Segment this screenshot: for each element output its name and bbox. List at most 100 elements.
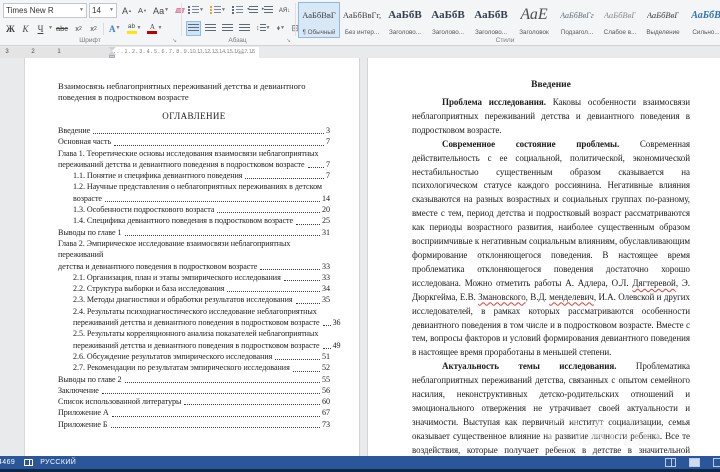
- toc-entry[interactable]: 2.1. Организация, план и этапы эмпиричес…: [58, 272, 330, 283]
- indent-lines-icon: [248, 6, 258, 15]
- font-dialog-launcher[interactable]: ↘: [172, 38, 177, 44]
- shrink-font-button[interactable]: А ▼: [136, 3, 149, 18]
- style-card[interactable]: АаЕ Заголовок: [513, 2, 555, 38]
- paragraph-dialog-launcher[interactable]: ↘: [286, 38, 291, 44]
- toc-page-number: 3: [326, 126, 330, 135]
- toc-entry[interactable]: Приложение А 67: [58, 407, 330, 418]
- bullets-button[interactable]: ▼: [186, 3, 206, 18]
- subscript-button[interactable]: x2: [72, 21, 85, 36]
- strikethrough-button[interactable]: abc: [54, 21, 70, 36]
- change-case-button[interactable]: Аа ▼: [151, 3, 171, 18]
- toc-entry[interactable]: Заключение 56: [58, 385, 330, 396]
- language-label[interactable]: РУССКИЙ: [40, 459, 76, 466]
- increase-indent-button[interactable]: ▸: [262, 3, 275, 18]
- divider: [295, 3, 296, 36]
- text-highlight-button[interactable]: ab ▼: [125, 21, 144, 36]
- grow-font-button[interactable]: А ▲: [120, 3, 134, 18]
- align-center-button[interactable]: [203, 21, 218, 36]
- style-card[interactable]: АаБбВ Заголово...: [427, 2, 469, 38]
- indent-lines-icon: [263, 6, 273, 15]
- toc-entry[interactable]: 2.5. Результаты корреляционного анализа …: [58, 328, 341, 351]
- align-left-button[interactable]: [186, 21, 201, 36]
- toc-entry-text: Список использованной литературы: [58, 397, 182, 407]
- print-layout-icon[interactable]: [689, 458, 700, 467]
- horizontal-ruler[interactable]: 3 2 1 1 2 3 4 5 6 7 8 9 10 11 12 13 14 15 16 17 18: [0, 47, 259, 58]
- toc-leader-dots: [322, 347, 331, 349]
- multilevel-list-button[interactable]: [230, 3, 245, 18]
- font-color-bar: [147, 30, 158, 34]
- toc-leader-dots: [104, 201, 320, 203]
- font-color-button[interactable]: А ▼: [145, 21, 164, 36]
- toc-leader-dots: [322, 325, 331, 327]
- numbering-button[interactable]: ▼: [208, 3, 228, 18]
- style-card[interactable]: АаБбВвГ Слабое в...: [599, 2, 641, 38]
- toc-leader-dots: [292, 370, 320, 372]
- toc-entry[interactable]: Глава 2. Эмпирическое исследование взаим…: [58, 238, 330, 272]
- style-card[interactable]: АаБбВ Заголово...: [470, 2, 512, 38]
- chevron-down-icon[interactable]: ▼: [48, 26, 53, 31]
- justify-button[interactable]: [237, 21, 252, 36]
- toc-page-number: 7: [326, 159, 330, 169]
- toc-entry[interactable]: 2.4. Результаты психодиагностического ис…: [58, 306, 341, 329]
- line-spacing-button[interactable]: ↕ ▼: [254, 21, 272, 36]
- font-size-combo[interactable]: 14 ▼: [89, 3, 117, 18]
- toc-entry-text: 2.3. Методы диагностики и обработки резу…: [73, 295, 293, 305]
- toc-entry[interactable]: 2.6. Обсуждение результатов эмпирическог…: [58, 351, 330, 362]
- toc-entry[interactable]: Выводы по главе 1 31: [58, 227, 330, 238]
- toc-entry[interactable]: Приложение Б 73: [58, 419, 330, 430]
- toc-entry[interactable]: Список использованной литературы 60: [58, 396, 330, 407]
- read-mode-icon[interactable]: [665, 458, 676, 467]
- align-right-button[interactable]: [220, 21, 235, 36]
- document-page-intro[interactable]: Введение Проблема исследования. Каковы о…: [367, 58, 720, 457]
- toc-entry[interactable]: 2.7. Рекомендации по результатам эмпирич…: [58, 362, 330, 373]
- toc-entry[interactable]: 1.2. Научные представления о неблагоприя…: [58, 181, 330, 204]
- toc-leader-dots: [296, 223, 320, 225]
- style-card[interactable]: АаБбВвГг Подзагол...: [556, 2, 598, 38]
- toc-page-number: 52: [322, 363, 330, 373]
- toc-entry[interactable]: 1.4. Специфика девиантного поведения в п…: [58, 215, 330, 226]
- misspelled-word: Змановского: [478, 291, 526, 302]
- toc-page-number: 7: [326, 137, 330, 147]
- toc-page-number: 31: [322, 227, 330, 237]
- paragraph-group-row2: ↕▼ ⬧▼ ⊞▼: [185, 20, 307, 37]
- underline-button[interactable]: Ч: [34, 21, 47, 36]
- style-card[interactable]: АаБбВвГ ¶ Обычный: [298, 2, 340, 38]
- text-effects-button[interactable]: А ▼: [107, 21, 122, 36]
- toc-entry[interactable]: Глава 1. Теоретические основы исследован…: [58, 148, 330, 171]
- italic-button[interactable]: К: [19, 21, 32, 36]
- style-label: Выделение: [646, 29, 680, 36]
- toc-entry-text: 2.7. Рекомендации по результатам эмпирич…: [73, 363, 290, 373]
- proofing-status-icon[interactable]: [24, 459, 34, 466]
- decrease-indent-button[interactable]: ◂: [247, 3, 260, 18]
- toc-entry[interactable]: 2.2. Структура выборки и база исследован…: [58, 283, 330, 294]
- superscript-button[interactable]: x2: [87, 21, 100, 36]
- style-card[interactable]: АаБбВ Сильно...: [685, 2, 720, 38]
- toc-page-number: 20: [322, 205, 330, 215]
- toc-entry[interactable]: Выводы по главе 2 55: [58, 374, 330, 385]
- sort-button[interactable]: АЯ ↓: [277, 3, 292, 18]
- arrow-left-icon: ◂: [246, 6, 250, 12]
- toc-page-number: 73: [322, 419, 330, 429]
- shading-button[interactable]: ⬧ ▼: [274, 21, 287, 36]
- font-name-combo[interactable]: Times New R ▼: [3, 3, 87, 18]
- arrow-right-icon: ▸: [261, 6, 265, 12]
- intro-heading: Введение: [531, 80, 571, 90]
- toc-entry[interactable]: 2.3. Методы диагностики и обработки резу…: [58, 294, 330, 305]
- bold-button[interactable]: Ж: [4, 21, 17, 36]
- toc-entry-text: Заключение: [58, 385, 99, 395]
- toc-entry[interactable]: Основная часть 7: [58, 136, 330, 147]
- word-count[interactable]: 4469: [0, 459, 15, 466]
- toc-entry[interactable]: 1.3. Особенности подросткового возраста …: [58, 204, 330, 215]
- document-page-toc[interactable]: Взаимосвязь неблагоприятных переживаний …: [24, 58, 360, 457]
- web-layout-icon[interactable]: [713, 458, 720, 467]
- toc-page-number: 25: [322, 216, 330, 226]
- toc-entry-text: Выводы по главе 1: [58, 227, 122, 237]
- style-card[interactable]: АаБбВвГ Выделение: [642, 2, 684, 38]
- toc-entry[interactable]: 1.1. Понятие и специфика девиантного пов…: [58, 170, 330, 181]
- style-card[interactable]: АаБбВвГг, Без интер...: [341, 2, 383, 38]
- style-card[interactable]: АаБбВ Заголово...: [384, 2, 426, 38]
- toc-entry[interactable]: Введение 3: [58, 125, 330, 136]
- toc-page-number: 36: [332, 318, 341, 328]
- intro-paragraph-problem: Проблема исследования. Каковы особенност…: [412, 97, 690, 135]
- misspelled-word: менделевич: [549, 291, 594, 302]
